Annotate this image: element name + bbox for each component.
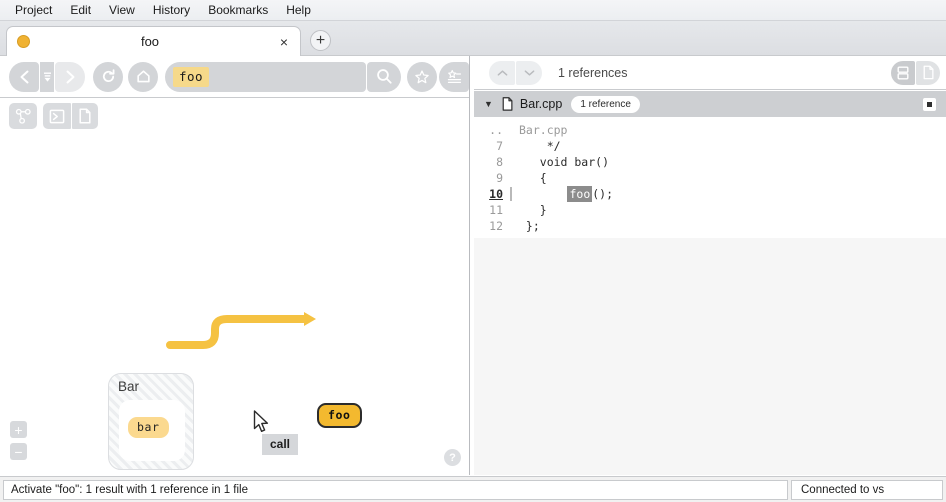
menu-item-help[interactable]: Help	[277, 1, 320, 20]
zoom-in-button[interactable]: +	[10, 421, 27, 438]
ellipsis-file-label: Bar.cpp	[519, 123, 568, 137]
line-number-current: 10	[489, 187, 503, 201]
line-number: 12	[489, 219, 503, 233]
next-reference-button[interactable]	[516, 60, 542, 85]
reference-count-label: 1 references	[558, 65, 628, 80]
status-bar: Activate "foo": 1 result with 1 referenc…	[0, 476, 946, 502]
code-row: 7 */	[474, 138, 946, 154]
graph-node-class-label: Bar	[118, 379, 140, 394]
file-view-icon[interactable]	[916, 60, 940, 85]
line-text: }	[519, 203, 547, 217]
console-icon[interactable]	[43, 103, 71, 129]
mouse-cursor-icon	[253, 410, 271, 440]
menu-item-view[interactable]: View	[100, 1, 144, 20]
code-panel-header: 1 references	[474, 56, 946, 90]
search-icon[interactable]	[367, 61, 401, 92]
code-row-active: 10 foo ();	[474, 186, 946, 202]
tab-bar: foo × +	[0, 21, 946, 56]
line-text-suffix: ();	[592, 187, 614, 201]
line-number: 11	[489, 203, 503, 217]
collapse-caret-icon[interactable]: ▼	[484, 99, 493, 109]
line-text: {	[519, 171, 547, 185]
file-name-label: Bar.cpp	[519, 97, 563, 111]
line-number: 7	[496, 139, 503, 153]
application-window: Project Edit View History Bookmarks Help…	[0, 0, 946, 502]
code-row: 8 void bar()	[474, 154, 946, 170]
file-section-header[interactable]: ▼ Bar.cpp 1 reference	[474, 91, 946, 117]
tab-status-dot-icon	[17, 35, 30, 48]
file-icon[interactable]	[72, 103, 98, 129]
reference-badge: 1 reference	[571, 95, 640, 113]
line-number: 9	[496, 171, 503, 185]
graph-view-icon[interactable]	[9, 103, 37, 129]
highlighted-token-foo[interactable]: foo	[567, 186, 593, 202]
code-row: 9 {	[474, 170, 946, 186]
call-edge	[166, 312, 316, 349]
search-input[interactable]: foo	[165, 61, 366, 92]
new-tab-button[interactable]: +	[310, 30, 331, 51]
code-snippet-area[interactable]: .. Bar.cpp 7 */ 8 void bar() 9 {10 foo …	[474, 117, 946, 475]
tab-foo[interactable]: foo ×	[6, 26, 301, 56]
text-caret	[510, 187, 519, 201]
maximize-icon[interactable]	[923, 97, 936, 111]
line-number: 8	[496, 155, 503, 169]
previous-reference-button[interactable]	[489, 60, 515, 85]
ellipsis-marker: ..	[489, 123, 503, 137]
menu-item-history[interactable]: History	[144, 1, 199, 20]
star-icon[interactable]	[407, 61, 437, 92]
menu-item-edit[interactable]: Edit	[61, 1, 100, 20]
history-dropdown-icon[interactable]	[40, 61, 54, 92]
line-text: };	[519, 219, 540, 233]
refresh-icon[interactable]	[93, 61, 123, 92]
search-token-foo: foo	[173, 66, 210, 87]
home-icon[interactable]	[128, 61, 158, 92]
graph-node-function-bar[interactable]: bar	[128, 417, 169, 438]
tab-close-icon[interactable]: ×	[274, 32, 294, 52]
line-text: void bar()	[519, 155, 610, 169]
graph-pane: foo Bar bar foo call + − ?	[0, 56, 470, 475]
graph-canvas[interactable]: Bar bar foo call + − ?	[0, 133, 469, 475]
code-lines: .. Bar.cpp 7 */ 8 void bar() 9 {10 foo …	[474, 117, 946, 238]
graph-node-function-foo[interactable]: foo	[317, 403, 362, 428]
help-button[interactable]: ?	[444, 449, 461, 466]
status-message: Activate "foo": 1 result with 1 referenc…	[3, 479, 788, 500]
connection-status: Connected to vs	[791, 479, 943, 500]
graph-toolbar	[0, 99, 469, 133]
tab-title: foo	[140, 34, 160, 49]
line-text: */	[519, 139, 561, 153]
menu-bar: Project Edit View History Bookmarks Help	[0, 0, 946, 21]
search-toolbar: foo	[0, 56, 469, 98]
back-arrow-icon[interactable]	[9, 61, 39, 92]
bookmark-list-icon[interactable]	[439, 61, 469, 92]
menu-item-project[interactable]: Project	[6, 1, 61, 20]
zoom-controls: + −	[10, 421, 27, 465]
code-row: 12 };	[474, 218, 946, 234]
code-view-toggles	[891, 60, 946, 85]
code-row: 11 }	[474, 202, 946, 218]
forward-arrow-icon[interactable]	[55, 61, 85, 92]
snippet-view-icon[interactable]	[891, 60, 915, 85]
file-icon	[501, 96, 514, 112]
zoom-out-button[interactable]: −	[10, 443, 27, 460]
code-ellipsis-row: .. Bar.cpp	[474, 122, 946, 138]
code-pane: 1 references ▼ Bar.cpp 1 reference .. Ba…	[474, 56, 946, 475]
line-text-prefix	[519, 187, 567, 201]
menu-item-bookmarks[interactable]: Bookmarks	[199, 1, 277, 20]
